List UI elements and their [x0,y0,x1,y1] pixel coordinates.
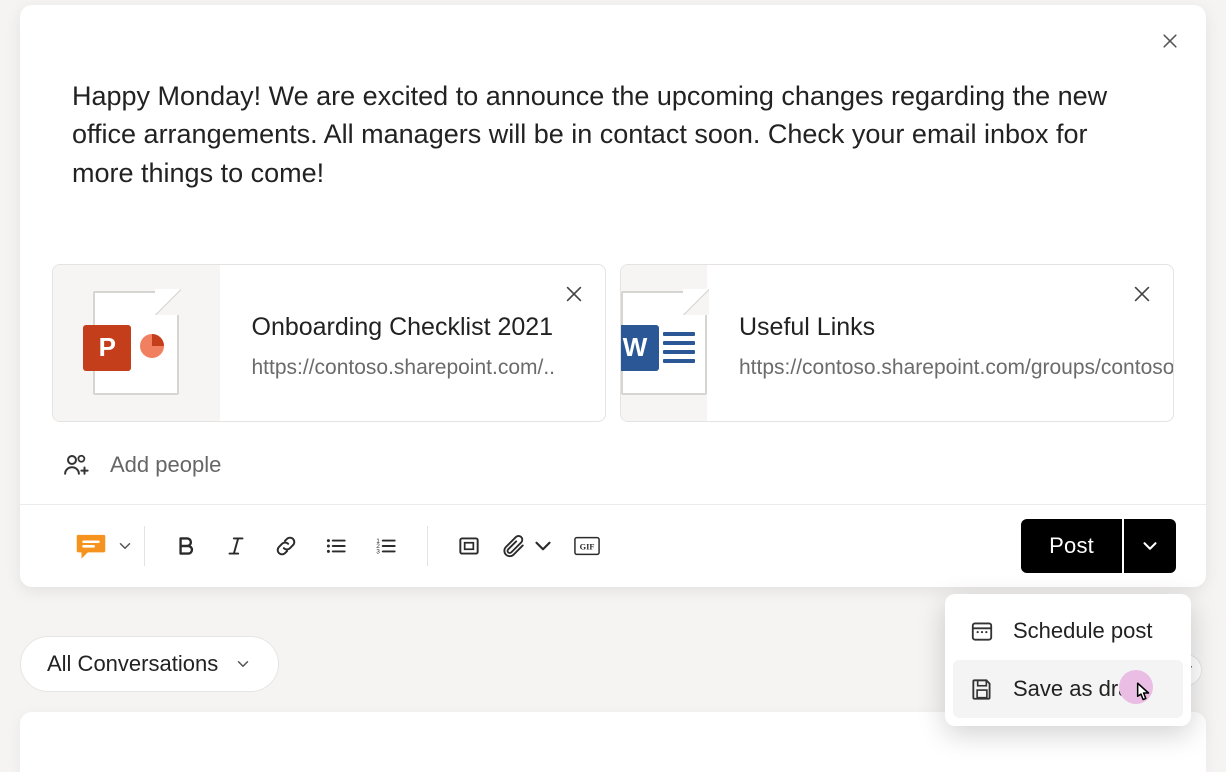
attachment-url: https://contoso.sharepoint.com/.. [252,354,556,381]
video-button[interactable] [446,523,492,569]
calendar-icon [969,618,995,644]
powerpoint-icon: P [93,291,179,395]
save-icon [969,676,995,702]
gif-button[interactable]: GIF [564,523,610,569]
bold-icon [173,533,199,559]
attachment-info: Onboarding Checklist 2021 https://contos… [220,265,606,421]
discussion-icon [72,527,110,565]
numbered-list-button[interactable]: 123 [363,523,409,569]
post-button[interactable]: Post [1021,519,1122,573]
compose-card: Happy Monday! We are excited to announce… [20,5,1206,587]
close-icon [563,283,585,305]
post-split-button: Post [1021,519,1176,573]
numbered-list-icon: 123 [373,533,399,559]
close-icon [1131,283,1153,305]
schedule-post-label: Schedule post [1013,618,1152,644]
attachment-thumbnail: W [621,265,707,421]
bulleted-list-button[interactable] [313,523,359,569]
chevron-down-icon [530,533,556,559]
attachment-thumbnail: P [53,265,220,421]
remove-attachment-button[interactable] [561,281,587,307]
chevron-down-icon [116,537,134,555]
attach-button[interactable] [496,523,560,569]
bold-button[interactable] [163,523,209,569]
close-compose-button[interactable] [1156,27,1184,55]
attachment-title: Onboarding Checklist 2021 [252,311,556,344]
add-people-row[interactable]: Add people [20,422,1206,504]
paperclip-icon [500,533,526,559]
compose-text[interactable]: Happy Monday! We are excited to announce… [20,5,1206,192]
svg-text:3: 3 [376,549,380,556]
svg-text:GIF: GIF [580,543,595,552]
compose-toolbar: 123 GIF Post [20,504,1206,587]
attachments-row: P Onboarding Checklist 2021 https://cont… [20,192,1206,422]
attachment-title: Useful Links [739,311,1174,344]
message-type-picker[interactable] [42,527,144,565]
attachment-info: Useful Links https://contoso.sharepoint.… [707,265,1174,421]
conversation-filter-label: All Conversations [47,651,218,677]
chevron-down-icon [234,655,252,673]
italic-button[interactable] [213,523,259,569]
chevron-down-icon [1139,535,1161,557]
conversation-filter[interactable]: All Conversations [20,636,279,692]
attachment-card[interactable]: W Useful Links https://contoso.sharepoin… [620,264,1174,422]
add-people-icon [62,450,92,480]
gif-icon: GIF [574,533,600,559]
word-icon: W [621,291,707,395]
attachment-url: https://contoso.sharepoint.com/groups/co… [739,354,1174,381]
remove-attachment-button[interactable] [1129,281,1155,307]
attachment-card[interactable]: P Onboarding Checklist 2021 https://cont… [52,264,606,422]
italic-icon [223,533,249,559]
link-button[interactable] [263,523,309,569]
cursor-icon [1129,680,1155,706]
link-icon [273,533,299,559]
media-icon [456,533,482,559]
bullet-list-icon [323,533,349,559]
post-options-menu: Schedule post Save as draft [945,594,1191,726]
add-people-label: Add people [110,452,221,478]
schedule-post-item[interactable]: Schedule post [953,602,1183,660]
save-as-draft-item[interactable]: Save as draft [953,660,1183,718]
close-icon [1160,31,1180,51]
post-dropdown-toggle[interactable] [1124,519,1176,573]
